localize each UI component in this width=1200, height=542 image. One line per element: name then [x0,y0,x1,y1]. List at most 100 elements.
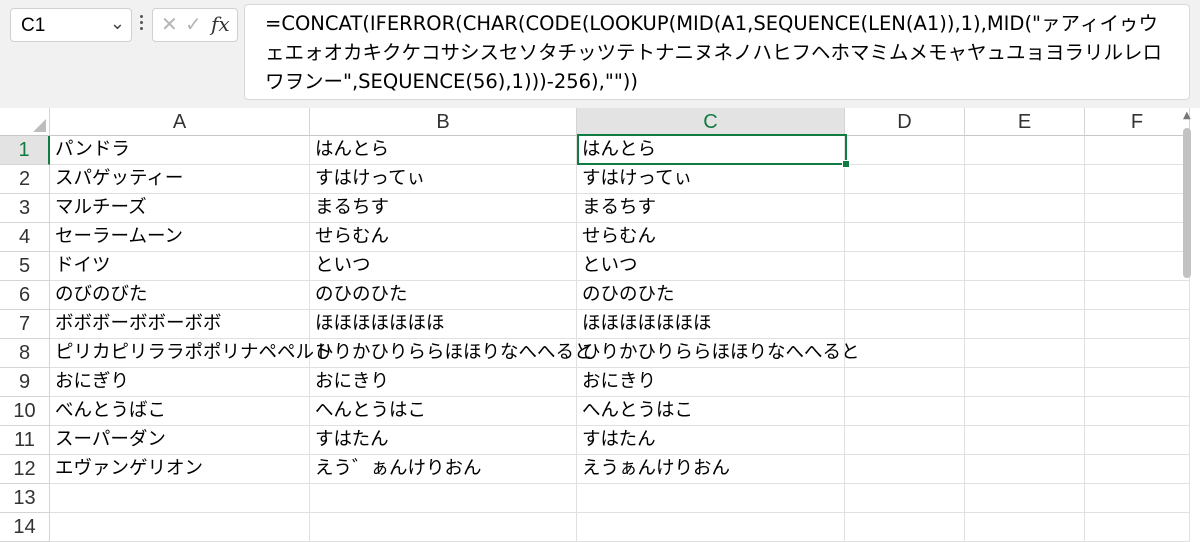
cell-f8[interactable] [1085,339,1190,368]
cell-a2[interactable]: スパゲッティー [50,165,310,194]
chevron-down-icon[interactable]: ⌄ [110,13,125,34]
cell-e3[interactable] [965,194,1085,223]
cell-d10[interactable] [845,397,965,426]
cell-b8[interactable]: ひりかひりららほほりなへへると [310,339,593,368]
cell-f3[interactable] [1085,194,1190,223]
cell-b13[interactable] [310,484,577,513]
cell-c2[interactable]: すはけってぃ [577,165,845,194]
cell-e5[interactable] [965,252,1085,281]
cell-e10[interactable] [965,397,1085,426]
scroll-up-arrow-icon[interactable]: ▲ [1183,110,1191,121]
cell-b10[interactable]: へんとうはこ [310,397,577,426]
cell-b7[interactable]: ほほほほほほほ [310,310,577,339]
cell-f7[interactable] [1085,310,1190,339]
formula-text[interactable]: =CONCAT(IFERROR(CHAR(CODE(LOOKUP(MID(A1,… [265,9,1177,96]
cell-e11[interactable] [965,426,1085,455]
cell-d4[interactable] [845,223,965,252]
select-all-corner[interactable] [0,108,50,136]
cell-a1[interactable]: パンドラ [50,136,310,165]
cell-f6[interactable] [1085,281,1190,310]
cell-a5[interactable]: ドイツ [50,252,310,281]
cell-c6[interactable]: のひのひた [577,281,845,310]
cell-e6[interactable] [965,281,1085,310]
cell-b1[interactable]: はんとら [310,136,577,165]
row-header[interactable]: 10 [0,397,50,426]
cell-e13[interactable] [965,484,1085,513]
column-header-e[interactable]: E [965,108,1085,136]
cell-a13[interactable] [50,484,310,513]
cell-f4[interactable] [1085,223,1190,252]
cell-c5[interactable]: といつ [577,252,845,281]
fill-handle[interactable] [842,160,850,168]
row-header[interactable]: 7 [0,310,50,339]
cell-f2[interactable] [1085,165,1190,194]
cell-d1[interactable] [845,136,965,165]
cell-f5[interactable] [1085,252,1190,281]
cell-c4[interactable]: せらむん [577,223,845,252]
cell-a8[interactable]: ピリカピリララポポリナペペルト [50,339,333,368]
insert-function-icon[interactable]: fx [211,12,230,36]
cell-b12[interactable]: えう゛ぁんけりおん [310,455,577,484]
worksheet-grid[interactable]: A B C D E F 1 パンドラ はんとら はんとら 2 スパゲッティー すはけってぃ すはけってぃ 3… [0,108,1200,542]
row-header[interactable]: 8 [0,339,50,368]
cell-f12[interactable] [1085,455,1190,484]
cell-f9[interactable] [1085,368,1190,397]
cell-a4[interactable]: セーラームーン [50,223,310,252]
cell-b6[interactable]: のひのひた [310,281,577,310]
cell-e1[interactable] [965,136,1085,165]
cell-c1[interactable]: はんとら [577,136,845,165]
scrollbar-thumb[interactable] [1183,128,1191,278]
row-header[interactable]: 1 [0,136,50,165]
cell-d3[interactable] [845,194,965,223]
cell-a9[interactable]: おにぎり [50,368,310,397]
column-header-a[interactable]: A [50,108,310,136]
row-header[interactable]: 12 [0,455,50,484]
cell-f1[interactable] [1085,136,1190,165]
row-header[interactable]: 11 [0,426,50,455]
cell-f11[interactable] [1085,426,1190,455]
cell-e9[interactable] [965,368,1085,397]
column-header-d[interactable]: D [845,108,965,136]
cell-e12[interactable] [965,455,1085,484]
row-header[interactable]: 6 [0,281,50,310]
cell-d7[interactable] [845,310,965,339]
cell-e8[interactable] [965,339,1085,368]
cell-c10[interactable]: へんとうはこ [577,397,845,426]
cell-f10[interactable] [1085,397,1190,426]
row-header[interactable]: 5 [0,252,50,281]
row-header[interactable]: 2 [0,165,50,194]
cell-c12[interactable]: えうぁんけりおん [577,455,845,484]
cell-c9[interactable]: おにきり [577,368,845,397]
cell-b5[interactable]: といつ [310,252,577,281]
cell-b4[interactable]: せらむん [310,223,577,252]
cell-a3[interactable]: マルチーズ [50,194,310,223]
cell-d12[interactable] [845,455,965,484]
cell-d5[interactable] [845,252,965,281]
cell-e4[interactable] [965,223,1085,252]
cell-a10[interactable]: べんとうばこ [50,397,310,426]
cell-c8[interactable]: ひりかひりららほほりなへへると [577,339,860,368]
cell-d9[interactable] [845,368,965,397]
enter-icon[interactable]: ✓ [185,12,202,36]
formula-input[interactable]: =CONCAT(IFERROR(CHAR(CODE(LOOKUP(MID(A1,… [244,4,1190,100]
cell-b11[interactable]: すはたん [310,426,577,455]
row-header[interactable]: 3 [0,194,50,223]
name-box-value[interactable]: C1 [21,15,45,37]
cell-d11[interactable] [845,426,965,455]
cell-d2[interactable] [845,165,965,194]
cell-c3[interactable]: まるちす [577,194,845,223]
column-header-f[interactable]: F [1085,108,1190,136]
row-header[interactable]: 9 [0,368,50,397]
row-header[interactable]: 13 [0,484,50,513]
cell-a7[interactable]: ボボボーボボーボボ [50,310,310,339]
cell-d8[interactable] [845,339,965,368]
cell-b9[interactable]: おにきり [310,368,577,397]
cell-b3[interactable]: まるちす [310,194,577,223]
column-header-c[interactable]: C [577,108,845,136]
cell-c7[interactable]: ほほほほほほほ [577,310,845,339]
row-header[interactable]: 4 [0,223,50,252]
cell-f13[interactable] [1085,484,1190,513]
vertical-scrollbar[interactable] [1181,128,1193,508]
cell-d13[interactable] [845,484,965,513]
cell-b2[interactable]: すはけってぃ [310,165,577,194]
